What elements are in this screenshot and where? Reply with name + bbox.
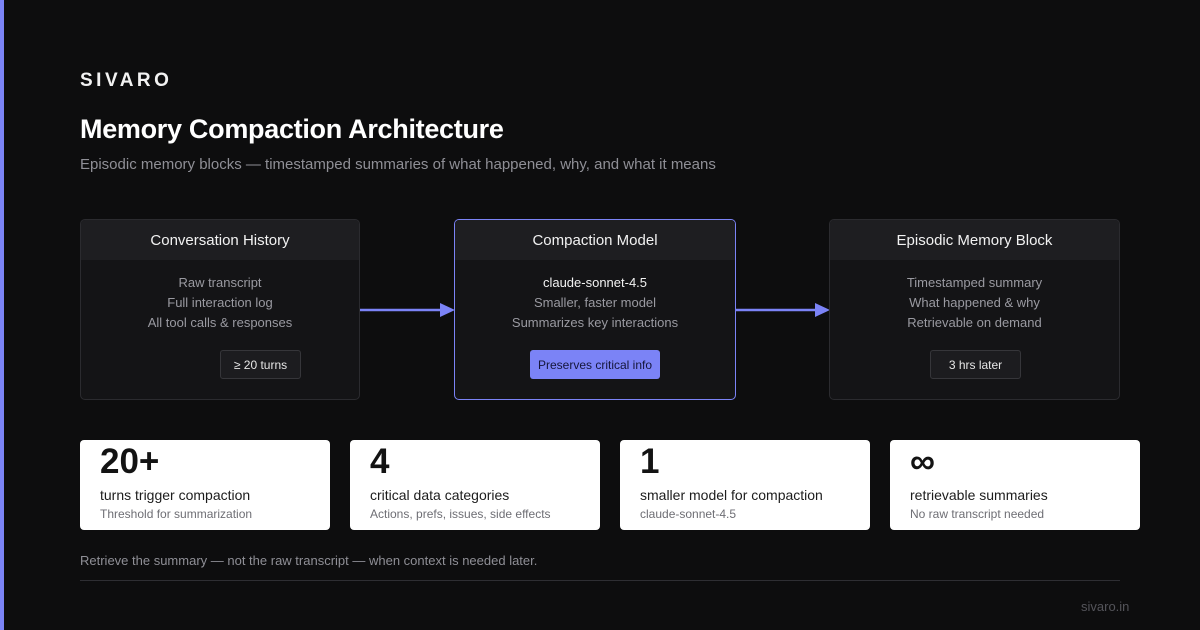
box-line: Full interaction log — [167, 295, 273, 310]
stat-label: smaller model for compaction — [640, 487, 823, 503]
footer-url-link[interactable]: sivaro.in — [1081, 599, 1129, 614]
box-heading: Conversation History — [81, 220, 359, 260]
stat-label: retrievable summaries — [910, 487, 1048, 503]
flow-arrow-right-icon — [736, 303, 830, 317]
stat-label: critical data categories — [370, 487, 510, 503]
preserves-info-pill: Preserves critical info — [530, 350, 660, 379]
box-line: What happened & why — [909, 295, 1040, 310]
box-line: Smaller, faster model — [533, 295, 657, 310]
stat-sublabel: claude-sonnet-4.5 — [640, 507, 737, 521]
box-line: All tool calls & responses — [147, 315, 293, 330]
box-heading: Episodic Memory Block — [830, 220, 1119, 260]
turns-threshold-pill: ≥ 20 turns — [220, 350, 301, 379]
footer-divider — [80, 580, 1120, 581]
stat-card: 20+ turns trigger compaction Threshold f… — [80, 440, 330, 530]
stat-sublabel: Threshold for summarization — [100, 507, 253, 521]
box-line: Retrievable on demand — [907, 315, 1042, 330]
box-line: Raw transcript — [178, 275, 262, 290]
stat-value: 4 — [370, 442, 390, 481]
stat-sublabel: Actions, prefs, issues, side effects — [370, 507, 551, 521]
box-line: Summarizes key interactions — [511, 315, 679, 330]
stat-value: 20+ — [100, 442, 160, 481]
time-later-pill: 3 hrs later — [930, 350, 1021, 379]
stat-value: 1 — [640, 442, 660, 481]
footnote: Retrieve the summary — not the raw trans… — [80, 553, 538, 568]
brand-logo: SIVARO — [80, 70, 173, 91]
box-line: Timestamped summary — [906, 275, 1043, 290]
box-heading: Compaction Model — [455, 220, 735, 260]
accent-bar — [0, 0, 4, 630]
compaction-model-box: Compaction Model claude-sonnet-4.5 Small… — [454, 219, 736, 400]
page-title: Memory Compaction Architecture — [80, 114, 504, 144]
stat-card: ∞ retrievable summaries No raw transcrip… — [890, 440, 1140, 530]
page-subtitle: Episodic memory blocks — timestamped sum… — [80, 156, 716, 173]
stat-value: ∞ — [910, 442, 935, 481]
model-name: claude-sonnet-4.5 — [542, 275, 648, 290]
stat-label: turns trigger compaction — [100, 487, 251, 503]
stat-card: 1 smaller model for compaction claude-so… — [620, 440, 870, 530]
stat-sublabel: No raw transcript needed — [910, 507, 1045, 521]
episodic-memory-box: Episodic Memory Block Timestamped summar… — [829, 219, 1120, 400]
conversation-history-box: Conversation History Raw transcript Full… — [80, 219, 360, 400]
flow-arrow-right-icon — [360, 303, 455, 317]
stat-card: 4 critical data categories Actions, pref… — [350, 440, 600, 530]
